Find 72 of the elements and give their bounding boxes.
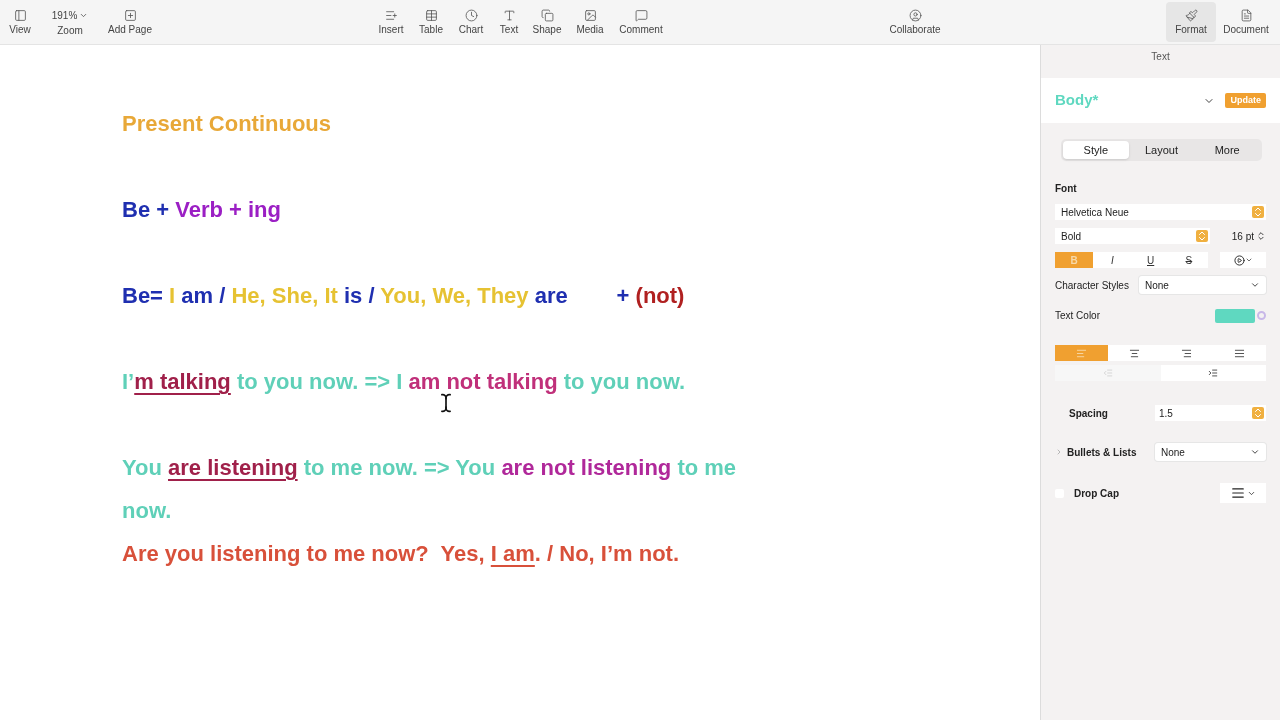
clock-icon: [464, 9, 478, 22]
drop-cap-icon: [1230, 486, 1245, 500]
tab[interactable]: Style: [1063, 141, 1129, 159]
toolbar-button[interactable]: Format: [1166, 2, 1216, 42]
align-icon: [1234, 347, 1246, 359]
sidebar-title: Text: [1150, 50, 1171, 64]
toolbar-button[interactable]: Shape: [527, 2, 567, 42]
document-icon: [1239, 9, 1253, 22]
toolbar-button[interactable]: Document: [1216, 2, 1276, 42]
overlapping-squares-icon: [540, 9, 554, 22]
caret-icon: [1250, 447, 1260, 457]
speech-bubble-icon: [634, 9, 648, 22]
text-style-button[interactable]: I: [1093, 252, 1132, 268]
spacing-field[interactable]: 1.5: [1155, 405, 1266, 421]
field-label: Spacing: [1069, 406, 1109, 421]
table-icon: [424, 9, 438, 22]
text-style-button[interactable]: S: [1169, 252, 1208, 268]
field-label: Bullets & Lists: [1067, 445, 1137, 460]
field-label: Drop Cap: [1074, 486, 1119, 501]
drop-cap-style-button[interactable]: [1220, 483, 1266, 503]
field-label: Text Color: [1055, 309, 1100, 323]
bullets-menu[interactable]: None: [1155, 443, 1266, 461]
stepper-icon: [1252, 206, 1264, 218]
toolbar-button[interactable]: Add Page: [100, 2, 160, 42]
toolbar-button[interactable]: 191% Zoom: [40, 2, 100, 42]
typeface-menu[interactable]: Bold: [1055, 228, 1210, 244]
tab[interactable]: Layout: [1128, 141, 1195, 159]
font-size-field[interactable]: 16 pt: [1218, 228, 1266, 244]
align-icon: [1075, 347, 1087, 359]
tab[interactable]: More: [1194, 141, 1260, 159]
toolbar-button[interactable]: Comment: [613, 2, 669, 42]
toolbar-button[interactable]: Media: [567, 2, 613, 42]
plus-square-icon: [123, 9, 137, 22]
character-styles-menu[interactable]: None: [1138, 276, 1266, 294]
document-paragraph: Be= I am / He, She, It is / You, We, They are + (not): [122, 282, 686, 310]
indent-icon: [1102, 368, 1113, 378]
color-wheel-icon: [1257, 311, 1266, 320]
toolbar-button[interactable]: Chart: [451, 2, 491, 42]
document-paragraph: Be + Verb + ing: [122, 196, 282, 224]
field-label: Character Styles: [1055, 278, 1129, 293]
caret-icon: [79, 11, 89, 20]
stepper-icon: [1256, 231, 1266, 241]
circle-play-icon: [1233, 254, 1245, 266]
caret-icon: [1244, 256, 1253, 264]
font-family-menu[interactable]: Helvetica Neue: [1055, 204, 1266, 220]
text-style-button[interactable]: U: [1131, 252, 1170, 268]
toolbar-button[interactable]: View: [0, 2, 40, 42]
disclosure-icon: [1055, 448, 1063, 456]
image-icon: [583, 9, 597, 22]
toolbar-button[interactable]: Text: [491, 2, 527, 42]
document-paragraph: Are you listening to me now? Yes, I am. / No, I’m not.: [122, 540, 681, 568]
list-icon: [384, 9, 398, 22]
text-options-button[interactable]: [1220, 252, 1266, 268]
panel-icon: [13, 9, 27, 22]
align-icon: [1181, 347, 1193, 359]
document-paragraph: I’m talking to you now. => I am not talking to you now.: [122, 368, 687, 396]
document-paragraph: You are listening to me now. => You are not listening to me now.: [122, 454, 738, 525]
person-icon: [908, 9, 922, 22]
toolbar-button[interactable]: Insert: [371, 2, 411, 42]
document-heading: Present Continuous: [122, 110, 332, 138]
paintbrush-icon: [1184, 9, 1198, 22]
section-label: Font: [1055, 182, 1078, 196]
text-icon: [502, 9, 516, 22]
stepper-icon: [1196, 230, 1208, 242]
toolbar-button[interactable]: Collaborate: [880, 2, 950, 42]
color-swatch[interactable]: [1215, 308, 1255, 323]
indent-icon: [1208, 368, 1219, 378]
align-icon: [1128, 347, 1140, 359]
toolbar-button[interactable]: Table: [411, 2, 451, 42]
stepper-icon: [1252, 407, 1264, 419]
zoom-value: 191%: [51, 9, 78, 23]
caret-icon: [1250, 280, 1260, 290]
